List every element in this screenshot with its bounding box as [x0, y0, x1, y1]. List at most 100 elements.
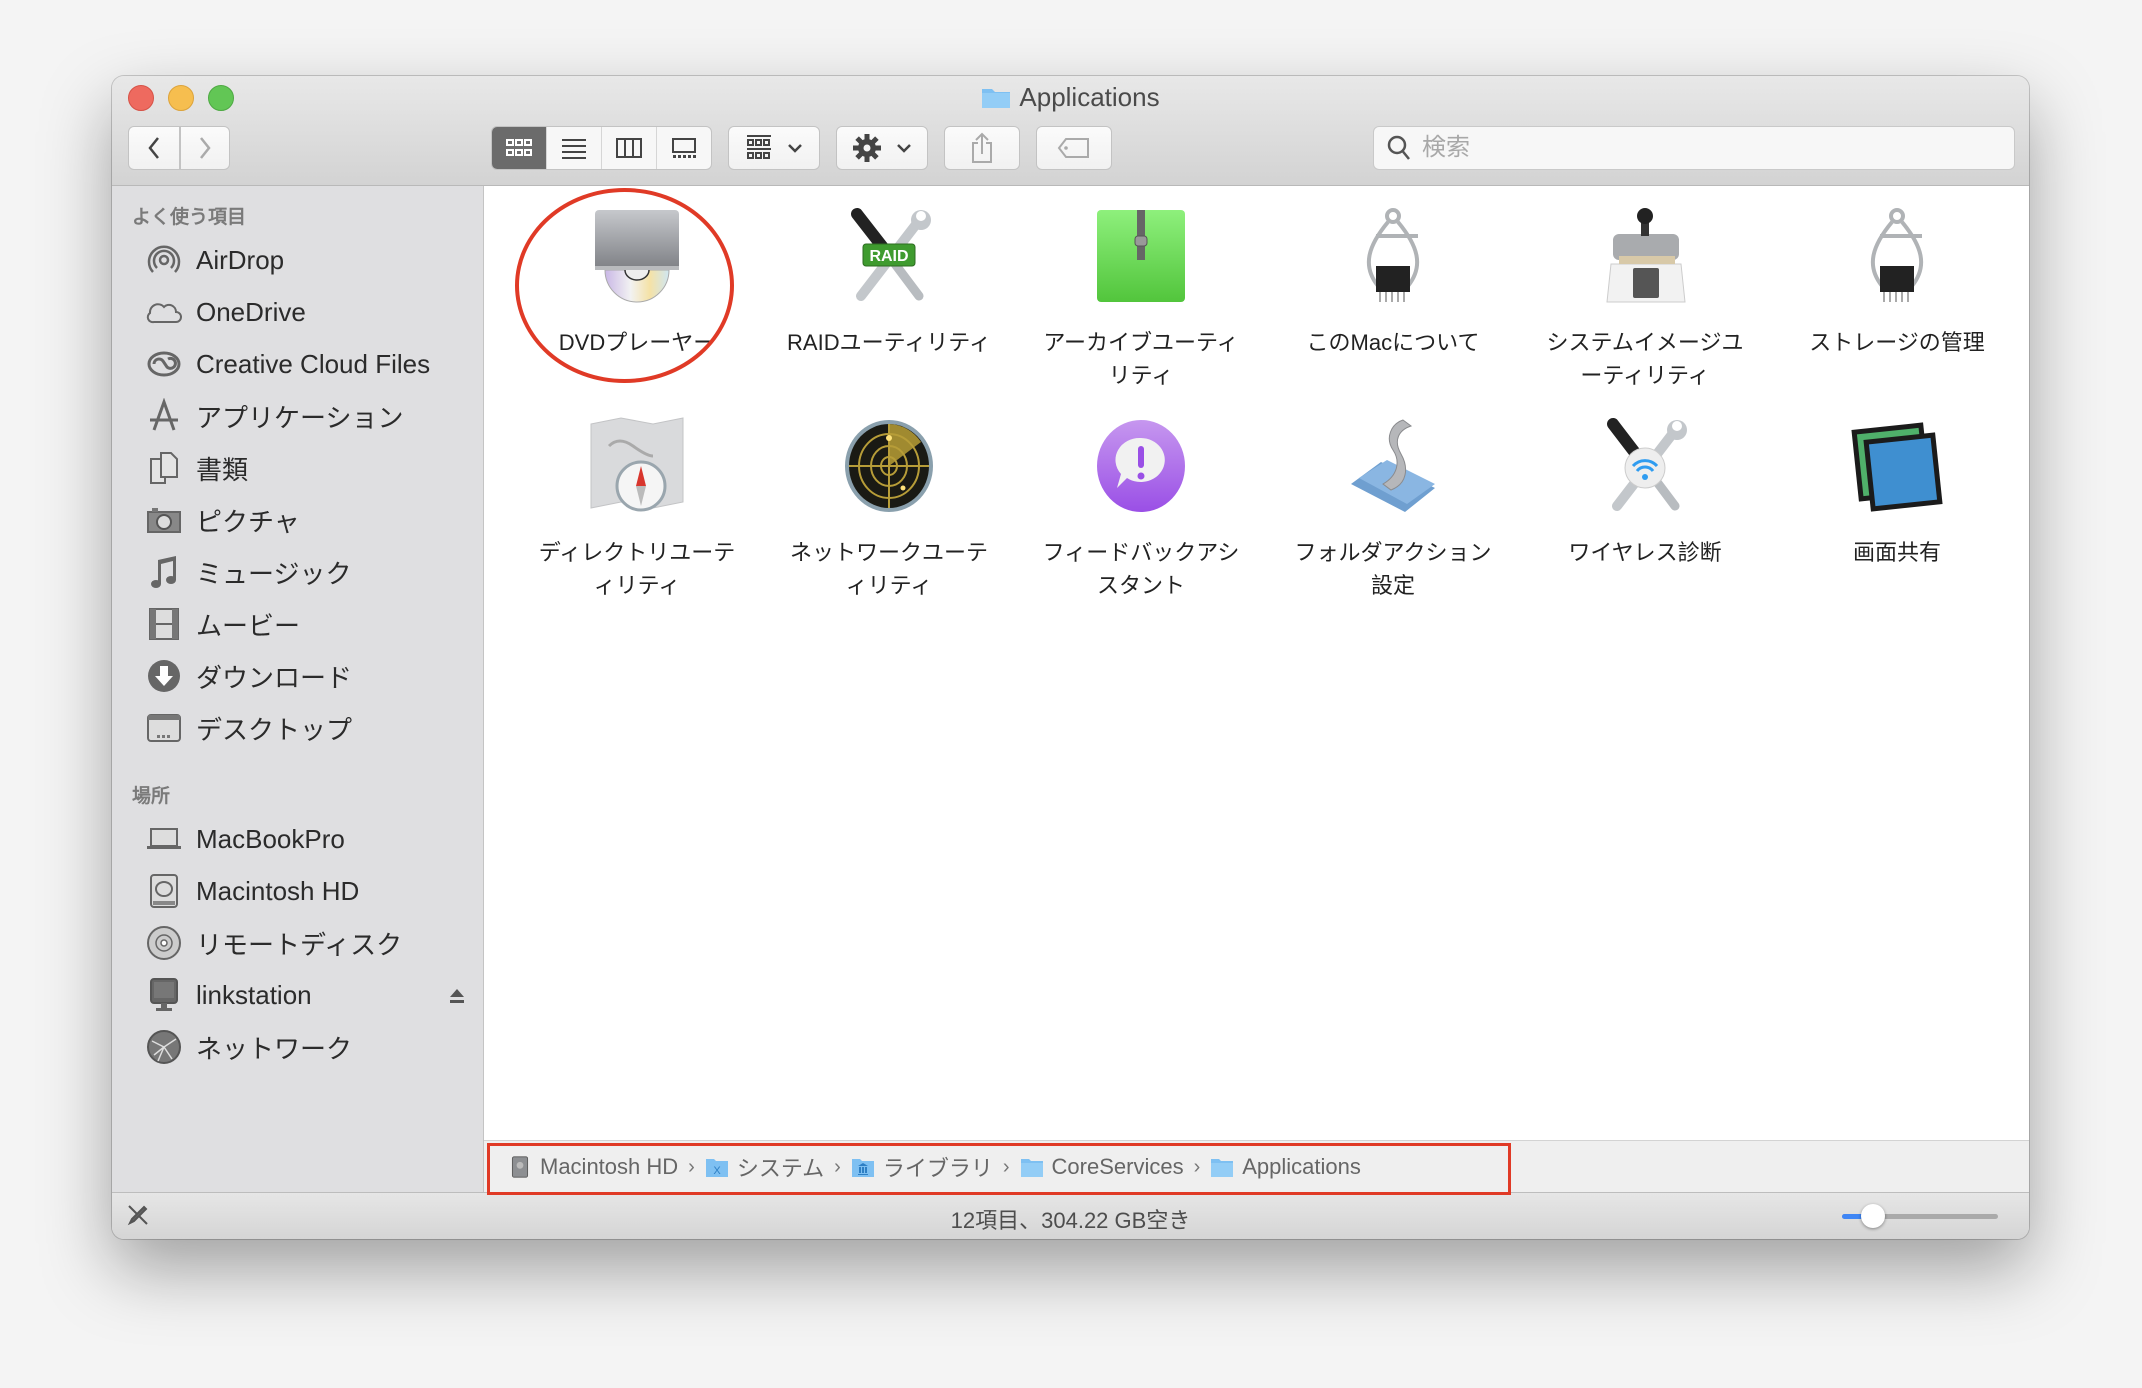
app-label: ディレクトリユーティリティ: [538, 540, 736, 598]
share-button[interactable]: [944, 126, 1020, 170]
sidebar-item-creative-cloud[interactable]: Creative Cloud Files: [146, 342, 466, 386]
sidebar-item-music[interactable]: ミュージック: [146, 550, 466, 594]
sidebar-item-label: リモートディスク: [196, 929, 403, 960]
folder-icon: [1020, 1159, 1043, 1177]
about-this-mac-icon: [1343, 206, 1443, 306]
sidebar-item-remote-disc[interactable]: リモートディスク: [146, 921, 466, 965]
icon-view-button[interactable]: [492, 127, 546, 169]
app-item-network-utility[interactable]: ネットワークユーティリティ: [769, 416, 1009, 602]
system-image-utility-icon: [1595, 206, 1695, 306]
search-icon: [1387, 135, 1410, 160]
path-segment-library[interactable]: ライブラリ: [851, 1151, 993, 1183]
status-text: 12項目、304.22 GB空き: [950, 1208, 1191, 1233]
sidebar-item-downloads[interactable]: ダウンロード: [146, 654, 466, 698]
window-title: Applications: [112, 82, 2029, 113]
app-item-system-image-utility[interactable]: システムイメージユーティリティ: [1525, 206, 1765, 392]
app-item-feedback-assistant[interactable]: フィードバックアシスタント: [1021, 416, 1261, 602]
sidebar-item-label: ピクチャ: [196, 506, 300, 537]
column-view-button[interactable]: [601, 127, 656, 169]
icon-size-slider[interactable]: [1842, 1204, 1998, 1228]
app-label: ネットワークユーティリティ: [789, 540, 988, 598]
folder-icon: [982, 89, 1011, 108]
folder-icon: [1211, 1159, 1234, 1177]
sidebar-item-applications[interactable]: アプリケーション: [146, 394, 466, 438]
screen-sharing-icon: [1847, 416, 1947, 516]
sidebar-item-documents[interactable]: 書類: [146, 446, 466, 490]
sidebar-item-airdrop[interactable]: AirDrop: [146, 238, 466, 282]
tag-icon: [1057, 138, 1089, 158]
sidebar-item-pictures[interactable]: ピクチャ: [146, 498, 466, 542]
file-icon-grid: DVDプレーヤー RAID RAIDユーティリティ アーカイブユーティリティ こ…: [484, 186, 2029, 1140]
app-item-directory-utility[interactable]: ディレクトリユーティリティ: [517, 416, 757, 602]
path-segment-label: Macintosh HD: [540, 1154, 679, 1179]
forward-button[interactable]: [180, 126, 230, 170]
app-label: 画面共有: [1852, 540, 1941, 565]
path-segment-system[interactable]: X システム: [705, 1151, 824, 1183]
path-segment-coreservices[interactable]: CoreServices: [1020, 1154, 1184, 1180]
path-segment-macintosh-hd[interactable]: Macintosh HD: [508, 1154, 678, 1180]
list-view-button[interactable]: [546, 127, 601, 169]
network-utility-icon: [839, 416, 939, 516]
sidebar-item-macbookpro[interactable]: MacBookPro: [146, 817, 466, 861]
sidebar-item-onedrive[interactable]: OneDrive: [146, 290, 466, 334]
film-icon: [146, 606, 182, 642]
status-bar: 12項目、304.22 GB空き: [112, 1192, 2029, 1239]
sidebar-item-label: ムービー: [196, 610, 301, 641]
sidebar-item-macintosh-hd[interactable]: Macintosh HD: [146, 869, 466, 913]
dvd-player-icon: [587, 206, 687, 306]
sidebar-item-label: OneDrive: [196, 296, 306, 327]
app-item-raid-utility[interactable]: RAID RAIDユーティリティ: [769, 206, 1009, 359]
sidebar-item-label: MacBookPro: [196, 823, 345, 854]
app-label: アーカイブユーティリティ: [1043, 330, 1239, 388]
app-item-wireless-diagnostics[interactable]: ワイヤレス診断: [1525, 416, 1765, 569]
disc-icon: [146, 925, 182, 961]
directory-utility-icon: [587, 416, 687, 516]
path-segment-label: CoreServices: [1051, 1154, 1184, 1179]
path-bar: Macintosh HD › X システム › ライブラリ › CoreServ…: [484, 1140, 2029, 1193]
app-item-dvd-player[interactable]: DVDプレーヤー: [517, 206, 757, 359]
app-item-about-this-mac[interactable]: このMacについて: [1273, 206, 1513, 359]
search-input[interactable]: [1420, 133, 1984, 163]
app-label: このMacについて: [1306, 330, 1480, 355]
chevron-right-icon: [200, 137, 211, 159]
back-button[interactable]: [128, 126, 180, 170]
raid-utility-icon: RAID: [839, 206, 939, 306]
tags-button[interactable]: [1036, 126, 1112, 170]
action-button[interactable]: [836, 126, 928, 170]
app-item-screen-sharing[interactable]: 画面共有: [1777, 416, 2017, 569]
path-segment-label: システム: [736, 1156, 825, 1181]
path-segment-applications[interactable]: Applications: [1210, 1154, 1361, 1180]
path-segment-label: Applications: [1242, 1154, 1361, 1179]
sidebar-item-desktop[interactable]: デスクトップ: [146, 706, 466, 750]
gallery-view-button[interactable]: [656, 127, 711, 169]
app-item-archive-utility[interactable]: アーカイブユーティリティ: [1021, 206, 1261, 392]
storage-management-icon: [1847, 206, 1947, 306]
arrange-button[interactable]: [728, 126, 820, 170]
sidebar-item-label: Macintosh HD: [196, 875, 360, 906]
list-view-icon: [562, 139, 586, 159]
svg-text:RAID: RAID: [869, 248, 908, 265]
feedback-assistant-icon: [1091, 416, 1191, 516]
app-label: DVDプレーヤー: [558, 330, 716, 355]
sidebar-item-network[interactable]: ネットワーク: [146, 1025, 466, 1069]
locations-header: 場所: [132, 786, 171, 807]
sidebar-item-label: Creative Cloud Files: [196, 348, 431, 379]
slider-knob[interactable]: [1861, 1204, 1886, 1228]
sidebar-item-linkstation[interactable]: linkstation: [146, 973, 466, 1017]
app-item-storage-management[interactable]: ストレージの管理: [1777, 206, 2017, 359]
finder-window: Applications 検索 よく使う項目 AirDrop OneDrive …: [112, 76, 2029, 1239]
desktop-icon: [146, 710, 182, 746]
library-folder-icon: [851, 1159, 874, 1177]
app-item-folder-actions-setup[interactable]: フォルダアクション設定: [1273, 416, 1513, 602]
camera-icon: [146, 502, 182, 538]
sidebar-item-movies[interactable]: ムービー: [146, 602, 466, 646]
eject-icon[interactable]: [448, 981, 466, 1012]
chevron-left-icon: [148, 137, 159, 159]
search-field[interactable]: [1373, 126, 2015, 170]
wireless-diagnostics-icon: [1595, 416, 1695, 516]
app-label: フィードバックアシスタント: [1042, 540, 1240, 598]
svg-text:X: X: [713, 1165, 721, 1177]
path-chevron-icon: ›: [834, 1155, 841, 1178]
airdrop-icon: [146, 242, 182, 278]
path-chevron-icon: ›: [688, 1155, 695, 1178]
